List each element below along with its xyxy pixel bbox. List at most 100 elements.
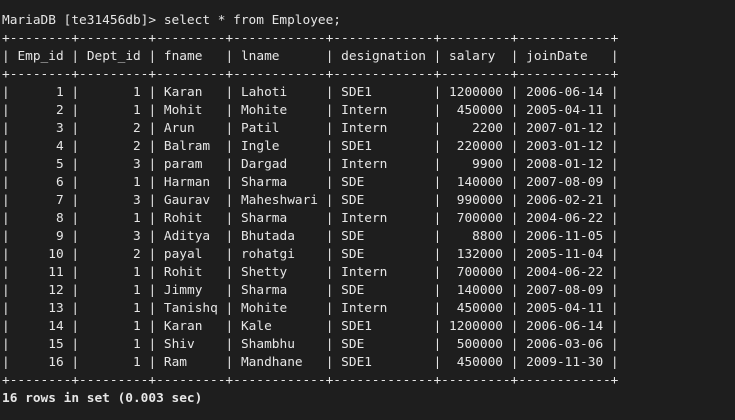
- column-header: fname: [163, 49, 203, 64]
- table-cell: Sharma: [240, 211, 288, 226]
- table-cell: SDE1: [341, 355, 372, 370]
- table-cell: 4: [55, 139, 64, 154]
- table-cell: SDE: [341, 283, 365, 298]
- table-cell: 8800: [472, 229, 503, 244]
- table-row: | 8 | 1 | Rohit | Sharma | Intern | 7000…: [2, 211, 619, 226]
- table-cell: 2005-11-04: [526, 247, 604, 262]
- table-cell: Karan: [163, 319, 203, 334]
- table-row: | 3 | 2 | Arun | Patil | Intern | 2200 |…: [2, 121, 619, 136]
- table-cell: 2008-01-12: [526, 157, 604, 172]
- table-cell: Shiv: [163, 337, 195, 352]
- table-cell: 2007-08-09: [526, 283, 604, 298]
- table-cell: Rohit: [163, 265, 203, 280]
- table-cell: Mohite: [240, 103, 288, 118]
- table-header-row: | Emp_id | Dept_id | fname | lname | des…: [2, 49, 619, 64]
- table-cell: 8: [55, 211, 64, 226]
- table-cell: 2: [133, 247, 141, 262]
- result-table: +--------+---------+---------+----------…: [0, 30, 735, 390]
- table-cell: Arun: [163, 121, 195, 136]
- column-header: Dept_id: [86, 49, 141, 64]
- table-cell: 2006-06-14: [526, 319, 604, 334]
- table-cell: 1200000: [449, 85, 503, 100]
- table-cell: 9900: [472, 157, 503, 172]
- command-text: select * from Employee;: [163, 13, 342, 28]
- table-cell: 2200: [472, 121, 503, 136]
- table-cell: 140000: [456, 283, 503, 298]
- table-cell: Maheshwari: [240, 193, 319, 208]
- table-cell: Shambhu: [240, 337, 295, 352]
- column-header: Emp_id: [17, 49, 64, 64]
- table-cell: Mohite: [240, 301, 288, 316]
- table-cell: 450000: [456, 355, 503, 370]
- table-cell: payal: [163, 247, 203, 262]
- table-cell: Ingle: [240, 139, 280, 154]
- table-cell: 1200000: [449, 319, 503, 334]
- table-cell: 220000: [456, 139, 503, 154]
- table-row: | 2 | 1 | Mohit | Mohite | Intern | 4500…: [2, 103, 619, 118]
- table-cell: Intern: [341, 103, 388, 118]
- table-cell: 1: [55, 85, 64, 100]
- table-cell: 3: [133, 229, 141, 244]
- table-cell: 1: [133, 301, 141, 316]
- table-row: | 16 | 1 | Ram | Mandhane | SDE1 | 45000…: [2, 355, 619, 370]
- table-cell: 132000: [456, 247, 503, 262]
- table-row: | 14 | 1 | Karan | Kale | SDE1 | 1200000…: [2, 319, 619, 334]
- table-row: | 15 | 1 | Shiv | Shambhu | SDE | 500000…: [2, 337, 619, 352]
- table-cell: 12: [48, 283, 64, 298]
- table-cell: 2005-04-11: [526, 103, 604, 118]
- table-cell: 2: [133, 121, 141, 136]
- table-cell: SDE: [341, 337, 365, 352]
- table-cell: 14: [48, 319, 64, 334]
- table-cell: 450000: [456, 103, 503, 118]
- table-cell: Ram: [163, 355, 188, 370]
- column-header: lname: [240, 49, 280, 64]
- table-cell: SDE: [341, 247, 365, 262]
- column-header: joinDate: [526, 49, 588, 64]
- table-cell: 2007-08-09: [526, 175, 604, 190]
- table-cell: 2006-06-14: [526, 85, 604, 100]
- table-cell: 2004-06-22: [526, 265, 604, 280]
- table-row: | 6 | 1 | Harman | Sharma | SDE | 140000…: [2, 175, 619, 190]
- table-border: +--------+---------+---------+----------…: [2, 373, 619, 388]
- table-cell: 700000: [456, 211, 503, 226]
- table-cell: 7: [55, 193, 64, 208]
- table-cell: Dargad: [240, 157, 288, 172]
- table-cell: Rohit: [163, 211, 203, 226]
- table-cell: 2006-11-05: [526, 229, 604, 244]
- table-cell: Jimmy: [163, 283, 203, 298]
- column-header: designation: [341, 49, 426, 64]
- table-row: | 10 | 2 | payal | rohatgi | SDE | 13200…: [2, 247, 619, 262]
- table-cell: Patil: [240, 121, 280, 136]
- table-cell: 9: [55, 229, 64, 244]
- table-cell: 450000: [456, 301, 503, 316]
- table-cell: SDE: [341, 175, 365, 190]
- table-cell: Mandhane: [240, 355, 303, 370]
- table-row: | 1 | 1 | Karan | Lahoti | SDE1 | 120000…: [2, 85, 619, 100]
- prompt: MariaDB [te31456db]>: [2, 13, 157, 28]
- table-cell: rohatgi: [240, 247, 295, 262]
- table-row: | 7 | 3 | Gaurav | Maheshwari | SDE | 99…: [2, 193, 619, 208]
- table-row: | 9 | 3 | Aditya | Bhutada | SDE | 8800 …: [2, 229, 619, 244]
- table-cell: 3: [133, 157, 141, 172]
- result-summary: 16 rows in set (0.003 sec): [2, 391, 203, 406]
- table-cell: 2006-03-06: [526, 337, 604, 352]
- table-cell: 1: [133, 337, 141, 352]
- table-cell: Intern: [341, 211, 388, 226]
- table-cell: Gaurav: [163, 193, 211, 208]
- table-border: +--------+---------+---------+----------…: [2, 67, 619, 82]
- table-cell: Intern: [341, 121, 388, 136]
- table-cell: Harman: [163, 175, 211, 190]
- table-cell: 11: [48, 265, 64, 280]
- table-cell: SDE1: [341, 319, 372, 334]
- table-cell: Balram: [163, 139, 211, 154]
- table-cell: Sharma: [240, 283, 288, 298]
- table-cell: 140000: [456, 175, 503, 190]
- table-cell: SDE: [341, 193, 365, 208]
- table-cell: 3: [55, 121, 64, 136]
- terminal-window[interactable]: MariaDB [te31456db]> select * from Emplo…: [0, 0, 735, 420]
- table-cell: Karan: [163, 85, 203, 100]
- table-cell: Bhutada: [240, 229, 295, 244]
- table-cell: Lahoti: [240, 85, 288, 100]
- table-row: | 5 | 3 | param | Dargad | Intern | 9900…: [2, 157, 619, 172]
- table-cell: 5: [55, 157, 64, 172]
